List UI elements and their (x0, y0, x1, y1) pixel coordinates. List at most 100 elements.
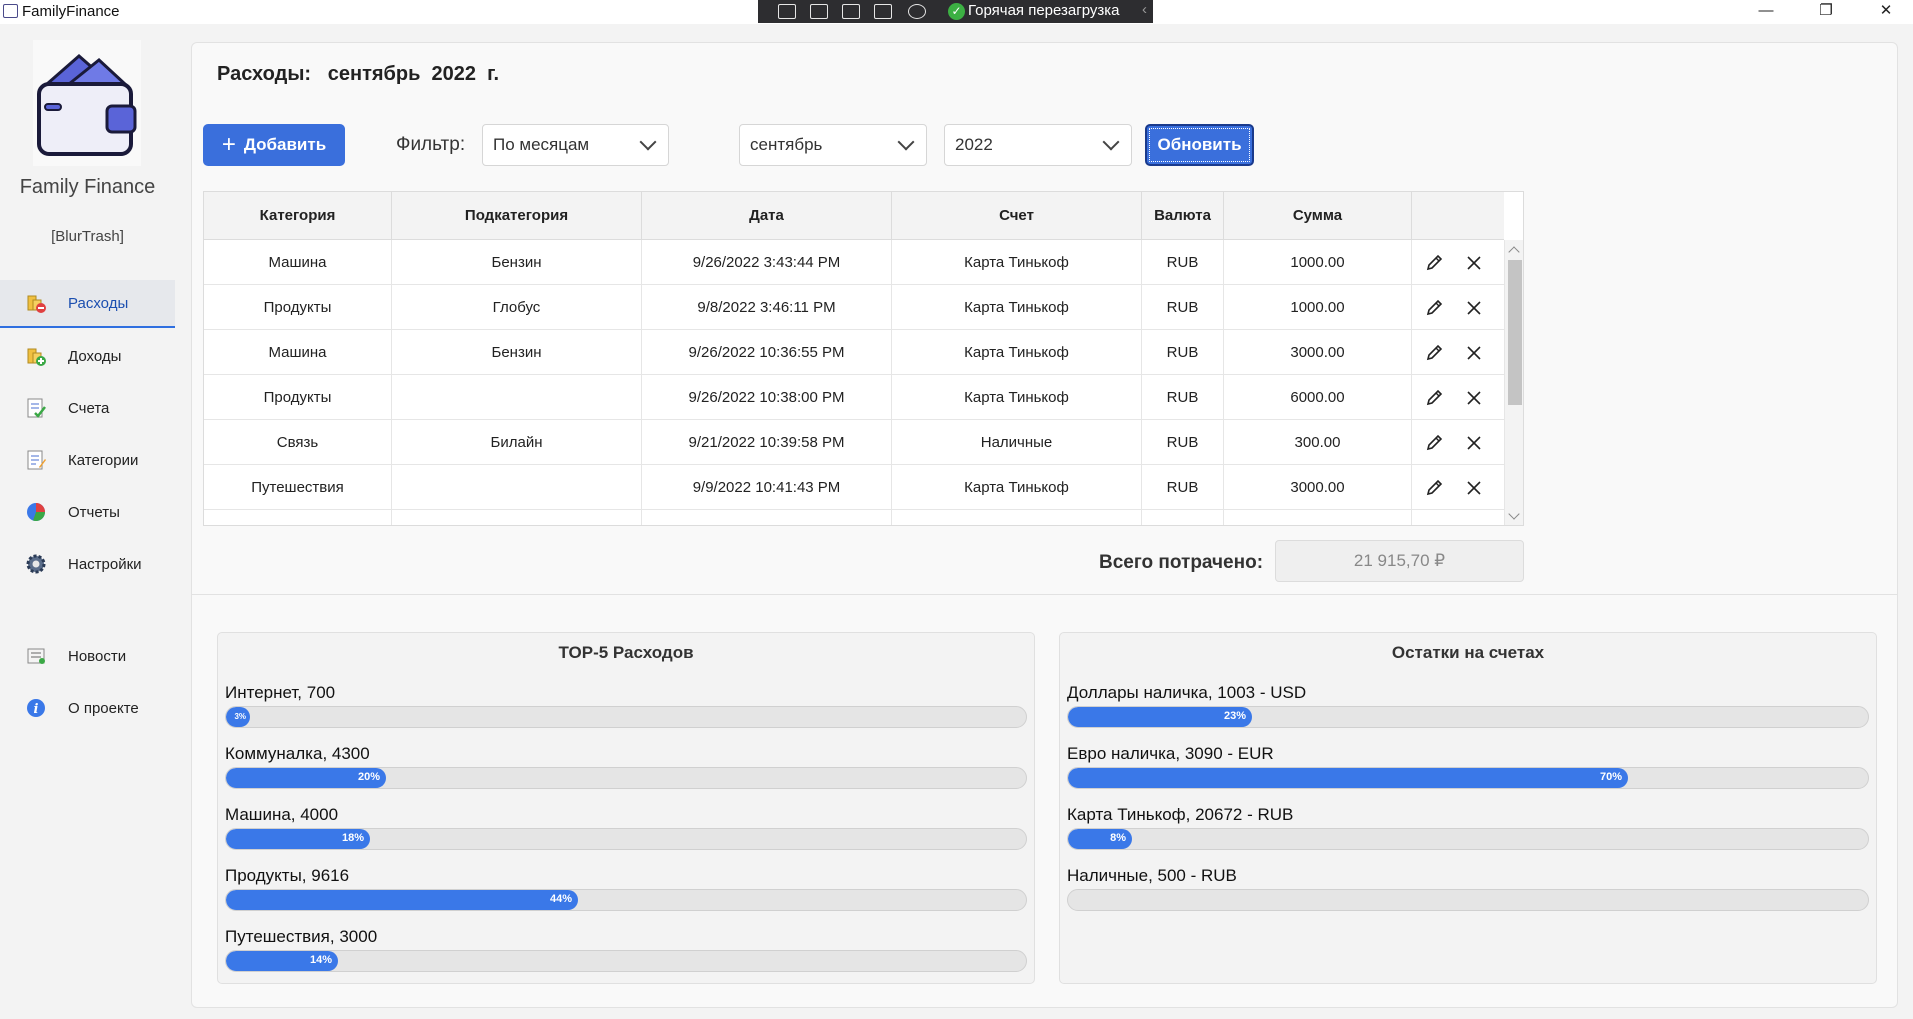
cell-currency: RUB (1142, 420, 1224, 465)
cell-subcategory: Бензин (392, 330, 642, 375)
column-header[interactable]: Дата (642, 192, 892, 240)
sidebar-item-expenses[interactable]: Расходы (0, 280, 175, 328)
cell-currency: RUB (1142, 375, 1224, 420)
filter-mode-select[interactable]: По месяцам (482, 124, 669, 166)
expenses-icon (27, 295, 46, 313)
pointer-icon[interactable] (810, 4, 828, 19)
panel-title: TOP-5 Расходов (558, 643, 694, 662)
table-row[interactable]: Путешествия 9/9/2022 10:41:43 PM Карта Тин… (204, 465, 1504, 510)
cell-category (204, 510, 392, 525)
cell-account: Карта Тинькоф (892, 330, 1142, 375)
cell-account: Наличные (892, 420, 1142, 465)
select-element-icon[interactable] (778, 4, 796, 19)
table-row[interactable]: Связь Билайн 9/21/2022 10:39:58 PM Наличные… (204, 420, 1504, 465)
progress-bar: 44% (225, 889, 1027, 911)
column-header[interactable]: Счет (892, 192, 1142, 240)
cell-amount: 3000.00 (1224, 465, 1412, 510)
track-focus-icon[interactable] (874, 4, 892, 19)
table-scrollbar[interactable] (1504, 240, 1523, 525)
plus-icon: + (221, 131, 236, 158)
total-field: 21 915,70 ₽ (1275, 540, 1524, 582)
table-row[interactable]: Машина Бензин 9/26/2022 10:36:55 PM Карта Т… (204, 330, 1504, 375)
cell-subcategory: Билайн (392, 420, 642, 465)
chevron-down-icon (897, 133, 915, 151)
bar-label: Машина, 4000 (225, 805, 339, 824)
cell-category: Машина (204, 330, 392, 375)
progress-fill: 8% (1068, 829, 1132, 849)
table-row[interactable]: Продукты Глобус 9/8/2022 3:46:11 PM Карта Т… (204, 285, 1504, 330)
bar-label: Продукты, 9616 (225, 866, 350, 885)
delete-x-icon[interactable] (1464, 433, 1484, 453)
cell-category: Путешествия (204, 465, 392, 510)
column-header[interactable]: Валюта (1142, 192, 1224, 240)
scroll-down-icon[interactable] (1508, 508, 1520, 520)
bar-label: Евро наличка, 3090 - EUR (1067, 744, 1274, 763)
sidebar-item-accounts[interactable]: Счета (0, 384, 175, 432)
cell-date: 9/8/2022 3:46:11 PM (642, 285, 892, 330)
close-button[interactable]: ✕ (1863, 0, 1909, 24)
edit-pencil-icon[interactable] (1424, 433, 1444, 453)
edit-pencil-icon[interactable] (1424, 253, 1444, 273)
cell-account (892, 510, 1142, 525)
edit-pencil-icon[interactable] (1424, 388, 1444, 408)
column-header[interactable]: Сумма (1224, 192, 1412, 240)
cell-actions (1412, 420, 1504, 465)
maximize-button[interactable]: ❐ (1803, 0, 1849, 24)
delete-x-icon[interactable] (1464, 388, 1484, 408)
column-header[interactable]: Категория (204, 192, 392, 240)
delete-x-icon[interactable] (1464, 253, 1484, 273)
minimize-button[interactable]: — (1743, 0, 1789, 24)
delete-x-icon[interactable] (1464, 478, 1484, 498)
year-select[interactable]: 2022 (944, 124, 1132, 166)
progress-bar (1067, 889, 1869, 911)
edit-pencil-icon[interactable] (1424, 343, 1444, 363)
sidebar-item-news[interactable]: Новости (0, 632, 175, 680)
layout-adorner-icon[interactable] (842, 4, 860, 19)
brand-name: Family Finance (19, 176, 156, 198)
table-row[interactable]: Машина Бензин 9/26/2022 3:43:44 PM Карта Ти… (204, 240, 1504, 285)
sidebar-item-settings[interactable]: Настройки (0, 540, 175, 588)
binding-failures-icon[interactable] (908, 4, 926, 19)
column-header-actions (1412, 192, 1504, 240)
cell-account: Карта Тинькоф (892, 240, 1142, 285)
add-button[interactable]: + Добавить (203, 124, 345, 166)
cell-subcategory: Глобус (392, 285, 642, 330)
table-row[interactable] (204, 510, 1504, 525)
filter-mode-value: По месяцам (493, 135, 590, 154)
sidebar-item-income[interactable]: Доходы (0, 332, 175, 380)
progress-bar: 18% (225, 828, 1027, 850)
cell-amount: 1000.00 (1224, 285, 1412, 330)
sidebar-item-label: Счета (68, 399, 110, 417)
refresh-button[interactable]: Обновить (1145, 124, 1254, 166)
edit-pencil-icon[interactable] (1424, 298, 1444, 318)
delete-x-icon[interactable] (1464, 343, 1484, 363)
edit-pencil-icon[interactable] (1424, 478, 1444, 498)
balances-panel: Остатки на счетах Доллары наличка, 1003 … (1059, 632, 1877, 984)
cell-subcategory (392, 510, 642, 525)
column-header[interactable]: Подкатегория (392, 192, 642, 240)
delete-x-icon[interactable] (1464, 298, 1484, 318)
user-name: [BlurTrash] (51, 228, 124, 245)
expenses-table: Категория Подкатегория Дата Счет Валюта … (203, 191, 1524, 526)
collapse-toolbar-icon[interactable]: ‹ (1142, 1, 1147, 18)
scrollbar-thumb[interactable] (1508, 260, 1522, 405)
sidebar-item-label: Новости (68, 647, 127, 665)
top5-panel: TOP-5 Расходов Интернет, 700 3% Коммуналка… (217, 632, 1035, 984)
scroll-up-icon[interactable] (1508, 246, 1520, 258)
progress-bar: 14% (225, 950, 1027, 972)
table-row[interactable]: Продукты 9/26/2022 10:38:00 PM Карта Тиньк… (204, 375, 1504, 420)
filter-label: Фильтр: (396, 134, 466, 155)
cell-category: Продукты (204, 375, 392, 420)
sidebar-item-categories[interactable]: Категории (0, 436, 175, 484)
progress-percent: 44% (549, 893, 572, 905)
bar-label: Карта Тинькоф, 20672 - RUB (1067, 805, 1294, 824)
table-header: Категория Подкатегория Дата Счет Валюта … (204, 192, 1504, 240)
cell-currency: RUB (1142, 240, 1224, 285)
sidebar-item-reports[interactable]: Отчеты (0, 488, 175, 536)
progress-percent: 3% (234, 712, 246, 721)
cell-actions (1412, 285, 1504, 330)
hot-reload-label[interactable]: Горячая перезагрузка (968, 2, 1120, 19)
month-select[interactable]: сентябрь (739, 124, 927, 166)
progress-percent: 23% (1223, 710, 1246, 722)
sidebar-item-about[interactable]: i О проекте (0, 684, 175, 732)
